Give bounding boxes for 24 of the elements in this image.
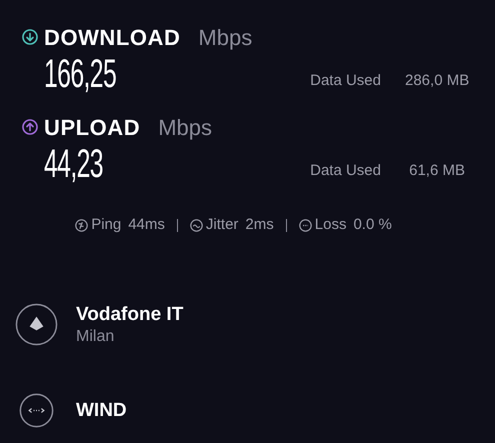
metric-title: UPLOAD [44,114,140,142]
speed-value: 44,23 [44,142,103,186]
ping-icon [75,218,88,232]
stat-value: 0.0 % [353,215,392,235]
data-used-value: 61,6 MB [408,160,465,180]
provider-name: WIND [76,398,127,422]
stat-value: 2ms [245,215,274,235]
jitter-icon [190,218,203,232]
data-used-label: Data Used [310,160,381,180]
speed-value: 166,25 [44,52,116,96]
loss-icon [298,218,312,232]
server-location: Milan [76,326,116,346]
provider-name: Vodafone IT [76,302,184,326]
upload-icon [22,119,38,135]
unit-label: Mbps [158,114,212,142]
metric-title: DOWNLOAD [44,24,180,52]
download-icon [22,29,38,45]
stat-label: Loss [314,215,346,235]
data-used-label: Data Used [310,70,381,90]
stat-label: Ping [91,215,122,235]
server-icon [15,303,58,346]
stat-value: 44ms [128,215,165,235]
stat-label: Jitter [206,215,238,235]
unit-label: Mbps [198,24,252,52]
